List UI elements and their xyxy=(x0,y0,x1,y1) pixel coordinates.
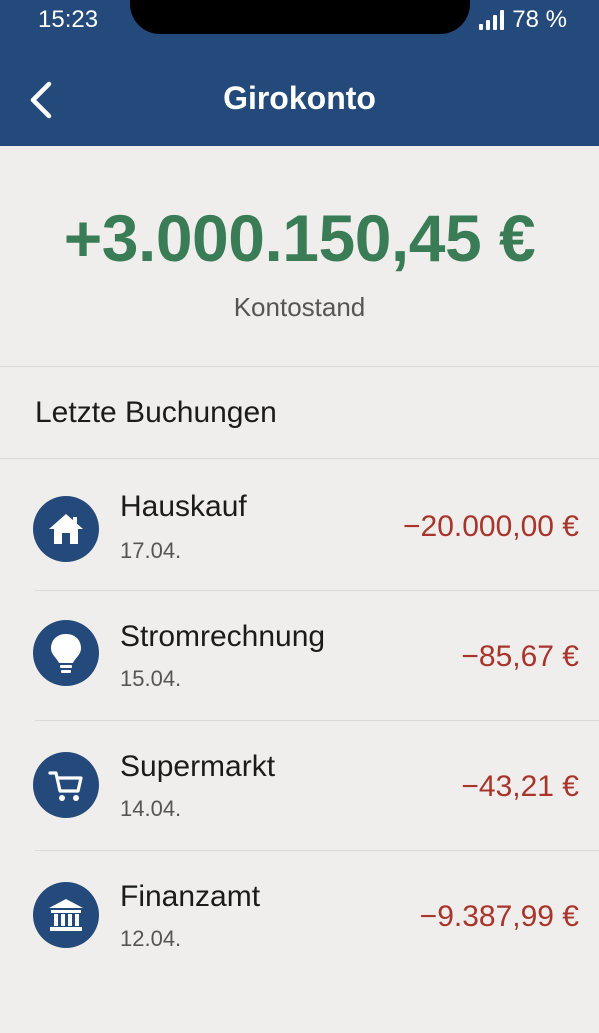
transaction-date: 17.04. xyxy=(120,538,182,563)
battery-percentage: 78 % xyxy=(512,6,567,33)
transaction-row[interactable]: Finanzamt 12.04. −9.387,99 € xyxy=(0,852,599,980)
status-indicators: 78 % xyxy=(479,6,567,34)
transaction-amount: −85,67 € xyxy=(461,640,579,673)
section-title: Letzte Buchungen xyxy=(35,396,277,429)
transaction-name: Stromrechnung xyxy=(120,620,326,653)
signal-icon xyxy=(479,10,505,30)
house-icon xyxy=(33,496,99,562)
divider xyxy=(35,850,599,851)
cart-icon xyxy=(33,752,99,818)
transaction-row[interactable]: Hauskauf 17.04. −20.000,00 € xyxy=(0,462,599,590)
transaction-row[interactable]: Supermarkt 14.04. −43,21 € xyxy=(0,722,599,850)
transaction-amount: −43,21 € xyxy=(461,770,579,803)
device-notch xyxy=(130,0,470,34)
status-time: 15:23 xyxy=(38,6,99,33)
lightbulb-icon xyxy=(33,620,99,686)
transaction-date: 12.04. xyxy=(120,926,182,951)
divider xyxy=(35,590,599,591)
transaction-name: Supermarkt xyxy=(120,750,276,783)
transaction-row[interactable]: Stromrechnung 15.04. −85,67 € xyxy=(0,592,599,720)
transaction-amount: −9.387,99 € xyxy=(419,900,579,933)
header-bar: 15:23 78 % Girokonto xyxy=(0,0,599,146)
bank-icon xyxy=(33,882,99,948)
balance-label: Kontostand xyxy=(233,292,366,322)
divider xyxy=(0,366,599,367)
transaction-amount: −20.000,00 € xyxy=(402,510,579,543)
transaction-name: Hauskauf xyxy=(120,490,247,523)
transaction-date: 14.04. xyxy=(120,796,182,821)
divider xyxy=(35,720,599,721)
transaction-date: 15.04. xyxy=(120,666,182,691)
account-balance: +3.000.150,45 € xyxy=(63,201,536,275)
divider xyxy=(0,458,599,459)
transaction-name: Finanzamt xyxy=(120,880,261,913)
page-title: Girokonto xyxy=(223,80,376,116)
